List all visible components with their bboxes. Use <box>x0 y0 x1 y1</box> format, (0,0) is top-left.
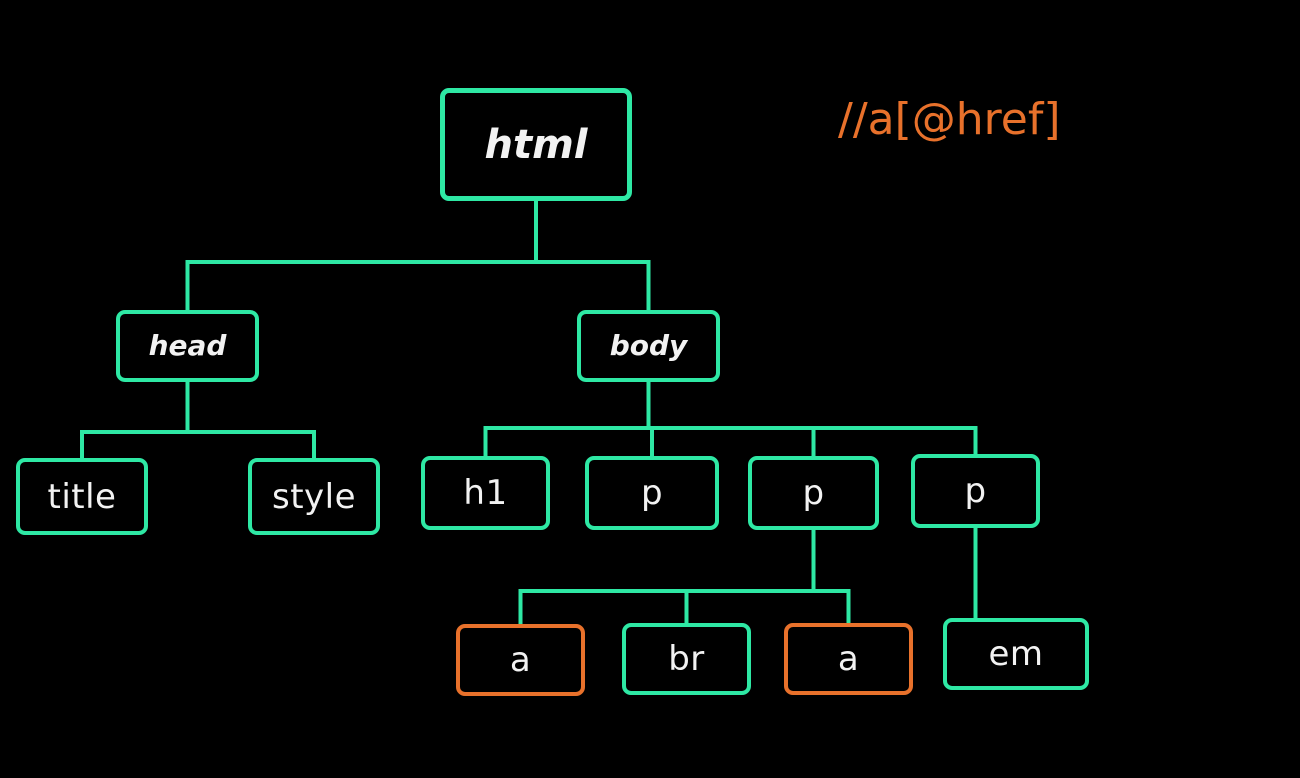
tree-node-p1[interactable]: p <box>585 456 719 530</box>
tree-node-label: h1 <box>463 476 507 510</box>
tree-node-p2[interactable]: p <box>748 456 879 530</box>
tree-node-label: head <box>149 332 227 360</box>
tree-node-em[interactable]: em <box>943 618 1089 690</box>
tree-node-a1[interactable]: a <box>456 624 585 696</box>
tree-node-label: body <box>610 332 688 360</box>
tree-node-style[interactable]: style <box>248 458 380 535</box>
tree-node-label: br <box>668 642 705 676</box>
tree-node-label: em <box>988 637 1043 671</box>
tree-node-label: p <box>641 476 663 510</box>
tree-node-label: p <box>802 476 824 510</box>
tree-node-label: title <box>48 480 117 514</box>
tree-node-html[interactable]: html <box>440 88 632 201</box>
tree-node-label: p <box>964 474 986 508</box>
tree-node-a2[interactable]: a <box>784 623 913 695</box>
tree-node-h1[interactable]: h1 <box>421 456 550 530</box>
tree-node-br[interactable]: br <box>622 623 751 695</box>
tree-node-p3[interactable]: p <box>911 454 1040 528</box>
tree-node-label: html <box>485 125 588 165</box>
tree-node-title[interactable]: title <box>16 458 148 535</box>
xpath-expression-label: //a[@href] <box>838 98 1061 142</box>
tree-node-head[interactable]: head <box>116 310 259 382</box>
tree-node-body[interactable]: body <box>577 310 720 382</box>
tree-node-label: a <box>510 643 531 677</box>
tree-node-label: a <box>838 642 859 676</box>
tree-node-label: style <box>272 480 356 514</box>
